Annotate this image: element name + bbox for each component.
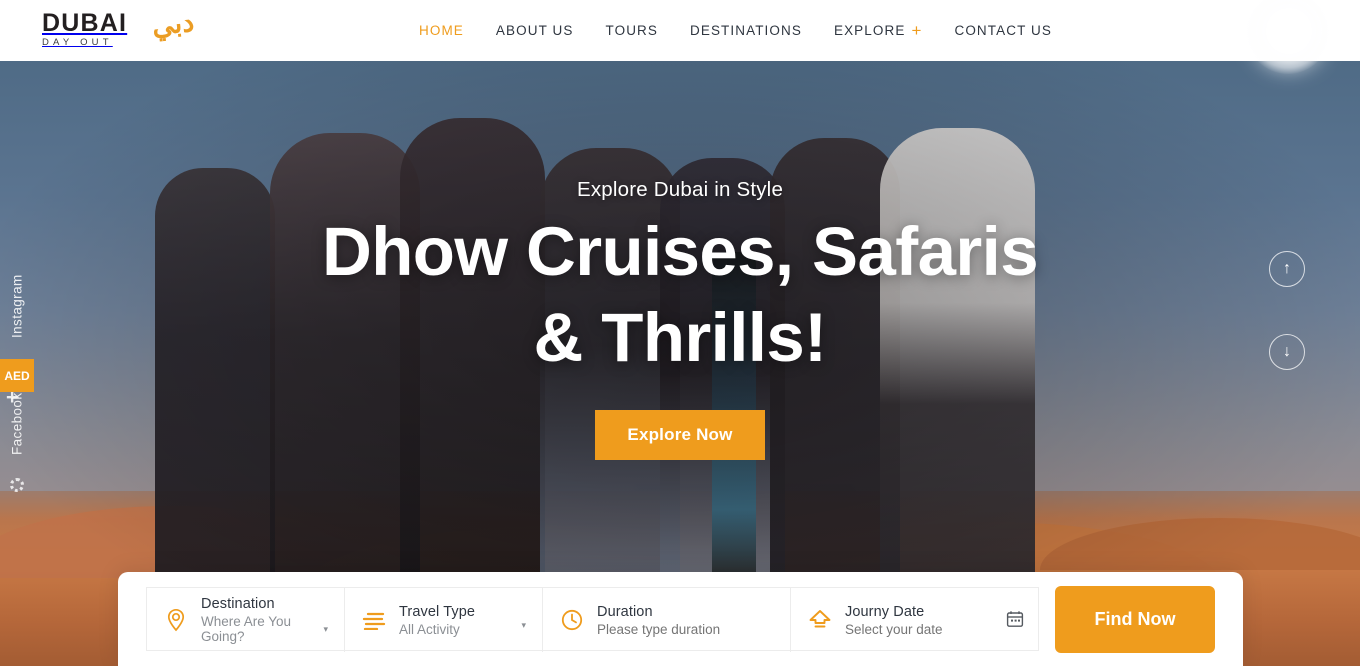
- nav-item-about-us[interactable]: ABOUT US: [480, 23, 590, 38]
- destination-value-text: Where Are You Going?: [201, 614, 292, 644]
- chevron-down-icon: ▾: [323, 623, 328, 634]
- clock-icon: [559, 607, 585, 633]
- search-fields: Destination Where Are You Going? ▾ Trave…: [146, 587, 1039, 652]
- travel-type-label: Travel Type: [399, 603, 476, 620]
- search-field-travel-type[interactable]: Travel Type All Activity ▾: [345, 588, 543, 652]
- slider-arrows: ↑ ↓: [1269, 251, 1305, 417]
- nav-item-destinations[interactable]: DESTINATIONS: [674, 23, 818, 38]
- site-header: DUBAI DAY OUT دبي HOME ABOUT US TOURS DE…: [0, 0, 1360, 74]
- destination-label: Destination: [201, 596, 275, 612]
- currency-badge-aed[interactable]: AED: [0, 359, 34, 392]
- nav-label-tours: TOURS: [605, 23, 658, 38]
- journey-date-text-group: Journy Date: [845, 604, 1022, 637]
- duration-label: Duration: [597, 603, 653, 620]
- nav-item-home[interactable]: HOME: [403, 23, 480, 38]
- search-field-duration[interactable]: Duration: [543, 588, 791, 652]
- chevron-down-icon[interactable]: ▾: [521, 620, 526, 631]
- social-link-instagram[interactable]: Instagram: [0, 256, 34, 356]
- calendar-icon[interactable]: [1006, 610, 1024, 633]
- nav-label-home: HOME: [419, 23, 464, 38]
- nav-item-contact-us[interactable]: CONTACT US: [938, 23, 1068, 38]
- logo-arabic-script: دبي: [150, 6, 196, 42]
- journey-date-input[interactable]: [845, 621, 1022, 637]
- site-logo[interactable]: DUBAI DAY OUT دبي: [42, 7, 195, 51]
- travel-type-text-group: Travel Type All Activity: [399, 604, 475, 637]
- find-now-button[interactable]: Find Now: [1055, 585, 1215, 653]
- nav-item-explore[interactable]: EXPLORE +: [818, 21, 939, 41]
- scroll-up-arrow-icon[interactable]: ↑: [1269, 251, 1305, 287]
- journey-date-label: Journy Date: [845, 603, 925, 620]
- nav-label-destinations: DESTINATIONS: [690, 23, 802, 38]
- list-lines-icon: [361, 607, 387, 633]
- explore-now-button[interactable]: Explore Now: [595, 409, 765, 460]
- search-panel: Destination Where Are You Going? ▾ Trave…: [118, 572, 1243, 666]
- loading-dots-icon[interactable]: [10, 478, 24, 492]
- search-field-journey-date[interactable]: Journy Date: [791, 588, 1038, 652]
- hero-section: Explore Dubai in Style Dhow Cruises, Saf…: [0, 61, 1360, 666]
- nav-item-tours[interactable]: TOURS: [589, 23, 674, 38]
- destination-value[interactable]: Where Are You Going? ▾: [201, 614, 328, 644]
- upload-arrow-icon: [807, 607, 833, 633]
- main-navigation: HOME ABOUT US TOURS DESTINATIONS EXPLORE…: [403, 0, 1068, 61]
- map-pin-icon: [163, 607, 189, 633]
- duration-input[interactable]: [597, 621, 774, 637]
- destination-text-group: Destination Where Are You Going? ▾: [201, 596, 328, 644]
- nav-label-explore: EXPLORE: [833, 23, 906, 38]
- header-orb-button[interactable]: [1266, 8, 1312, 54]
- duration-text-group: Duration: [597, 604, 774, 637]
- nav-label-about-us: ABOUT US: [495, 23, 574, 38]
- search-field-destination[interactable]: Destination Where Are You Going? ▾: [147, 588, 345, 652]
- nav-label-contact-us: CONTACT US: [954, 23, 1052, 38]
- travel-type-value[interactable]: All Activity: [399, 622, 475, 637]
- plus-icon: +: [911, 20, 923, 40]
- scroll-down-arrow-icon[interactable]: ↓: [1269, 334, 1305, 370]
- page-root: DUBAI DAY OUT دبي HOME ABOUT US TOURS DE…: [0, 0, 1360, 666]
- travel-type-value-text: All Activity: [399, 621, 460, 637]
